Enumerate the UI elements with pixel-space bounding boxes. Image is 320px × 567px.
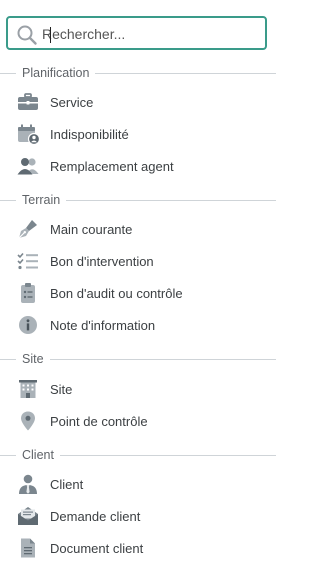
section-title: Client [22, 448, 54, 462]
divider [59, 454, 276, 456]
menu-item-bon-intervention[interactable]: Bon d'intervention [0, 246, 276, 276]
menu-item-label: Site [50, 381, 73, 397]
menu-item-label: Bon d'audit ou contrôle [50, 285, 183, 301]
menu-item-label: Client [50, 476, 84, 492]
text-caret [50, 27, 51, 43]
menu-item-label: Indisponibilité [50, 126, 129, 142]
section-title: Site [22, 352, 44, 366]
menu-item-indisponibilite[interactable]: Indisponibilité [0, 119, 276, 149]
search-input[interactable] [42, 24, 252, 44]
divider [0, 358, 16, 360]
menu-item-site[interactable]: Site [0, 374, 276, 404]
menu-item-point-de-controle[interactable]: Point de contrôle [0, 406, 276, 436]
divider [0, 72, 16, 74]
menu-item-label: Bon d'intervention [50, 253, 154, 269]
divider [49, 358, 276, 360]
section-header-terrain: Terrain [0, 192, 276, 208]
menu-item-label: Point de contrôle [50, 413, 148, 429]
divider [95, 72, 276, 74]
envelope-open-icon [16, 505, 40, 527]
menu-item-demande-client[interactable]: Demande client [0, 501, 276, 531]
menu-item-main-courante[interactable]: Main courante [0, 214, 276, 244]
users-icon [16, 155, 40, 177]
menu-item-service[interactable]: Service [0, 87, 276, 117]
clipboard-icon [16, 282, 40, 304]
menu-item-bon-audit-controle[interactable]: Bon d'audit ou contrôle [0, 278, 276, 308]
checklist-icon [16, 250, 40, 272]
briefcase-icon [16, 91, 40, 113]
search-box[interactable] [6, 16, 267, 50]
menu-item-client[interactable]: Client [0, 469, 276, 499]
info-icon [16, 314, 40, 336]
section-header-planification: Planification [0, 65, 276, 81]
menu-item-note-information[interactable]: Note d'information [0, 310, 276, 340]
section-title: Terrain [22, 193, 61, 207]
menu-item-label: Main courante [50, 221, 133, 237]
map-pin-icon [16, 410, 40, 432]
menu-item-label: Service [50, 94, 94, 110]
pen-nib-icon [16, 218, 40, 240]
building-icon [16, 378, 40, 400]
section-header-client: Client [0, 447, 276, 463]
user-tie-icon [16, 473, 40, 495]
menu-item-label: Note d'information [50, 317, 156, 333]
menu-item-remplacement-agent[interactable]: Remplacement agent [0, 151, 276, 181]
menu-item-label: Remplacement agent [50, 158, 174, 174]
section-header-site: Site [0, 351, 276, 367]
divider [66, 199, 276, 201]
search-icon [16, 24, 38, 46]
divider [0, 454, 16, 456]
menu-item-label: Document client [50, 540, 144, 556]
section-title: Planification [22, 66, 90, 80]
calendar-user-icon [16, 123, 40, 145]
menu-item-document-client[interactable]: Document client [0, 533, 276, 563]
menu-item-label: Demande client [50, 508, 141, 524]
document-icon [16, 537, 40, 559]
divider [0, 199, 16, 201]
